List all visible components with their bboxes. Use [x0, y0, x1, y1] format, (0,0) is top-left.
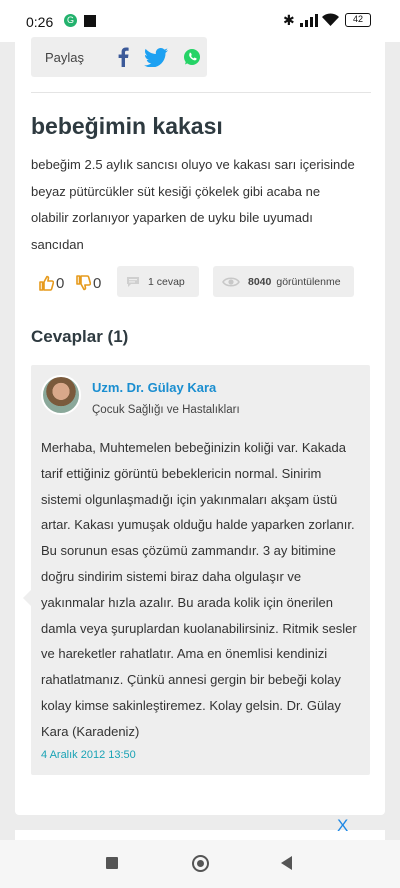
recent-apps-button[interactable]: [106, 857, 118, 869]
dislike-button[interactable]: 0: [76, 272, 101, 294]
whatsapp-icon[interactable]: [183, 48, 201, 66]
ad-close-button[interactable]: X: [337, 816, 348, 836]
divider: [31, 92, 371, 93]
app-notification-icon: [84, 15, 96, 27]
twitter-icon[interactable]: [144, 48, 168, 67]
like-button[interactable]: 0: [39, 272, 64, 294]
system-nav-bar: [0, 840, 400, 888]
question-card: Paylaş bebeğimin kakası bebeğim 2.5 aylı…: [15, 33, 385, 815]
eye-icon: [222, 276, 240, 287]
facebook-icon[interactable]: [117, 47, 129, 67]
answer-text: Merhaba, Muhtemelen bebeğinizin koliği v…: [41, 440, 357, 739]
comment-icon: [127, 276, 139, 287]
doctor-name-link[interactable]: Uzm. Dr. Gülay Kara: [92, 380, 216, 395]
dislike-count: 0: [93, 274, 102, 292]
answer-item: Uzm. Dr. Gülay Kara Çocuk Sağlığı ve Has…: [23, 365, 370, 775]
wifi-icon: [322, 13, 339, 26]
like-count: 0: [56, 274, 65, 292]
views-label: görüntülenme: [276, 275, 341, 288]
answers-heading: Cevaplar (1): [31, 327, 129, 346]
thumbs-down-icon: [76, 275, 91, 291]
views-count: 8040: [248, 275, 272, 288]
bluetooth-icon: ✱: [283, 12, 295, 28]
battery-icon: 42: [345, 13, 371, 27]
answer-date: 4 Aralık 2012 13:50: [41, 749, 136, 761]
signal-icon: [300, 14, 318, 27]
doctor-avatar[interactable]: [41, 375, 81, 415]
question-stats: 0 0 1 cevap 8040 görüntülenme: [31, 266, 371, 297]
home-button[interactable]: [192, 855, 209, 872]
answers-count-chip[interactable]: 1 cevap: [117, 266, 199, 297]
doctor-specialty: Çocuk Sağlığı ve Hastalıkları: [92, 404, 240, 416]
share-bar: Paylaş: [31, 37, 207, 77]
thumbs-up-icon: [39, 275, 54, 291]
status-time: 0:26: [26, 14, 54, 30]
views-count-chip: 8040 görüntülenme: [213, 266, 354, 297]
back-button[interactable]: [281, 856, 292, 870]
share-label: Paylaş: [45, 50, 85, 65]
question-body: bebeğim 2.5 aylık sancısı oluyo ve kakas…: [31, 157, 355, 252]
question-title: bebeğimin kakası: [31, 113, 223, 139]
notification-icon: G: [64, 14, 77, 27]
answers-count-label: 1 cevap: [148, 275, 185, 288]
